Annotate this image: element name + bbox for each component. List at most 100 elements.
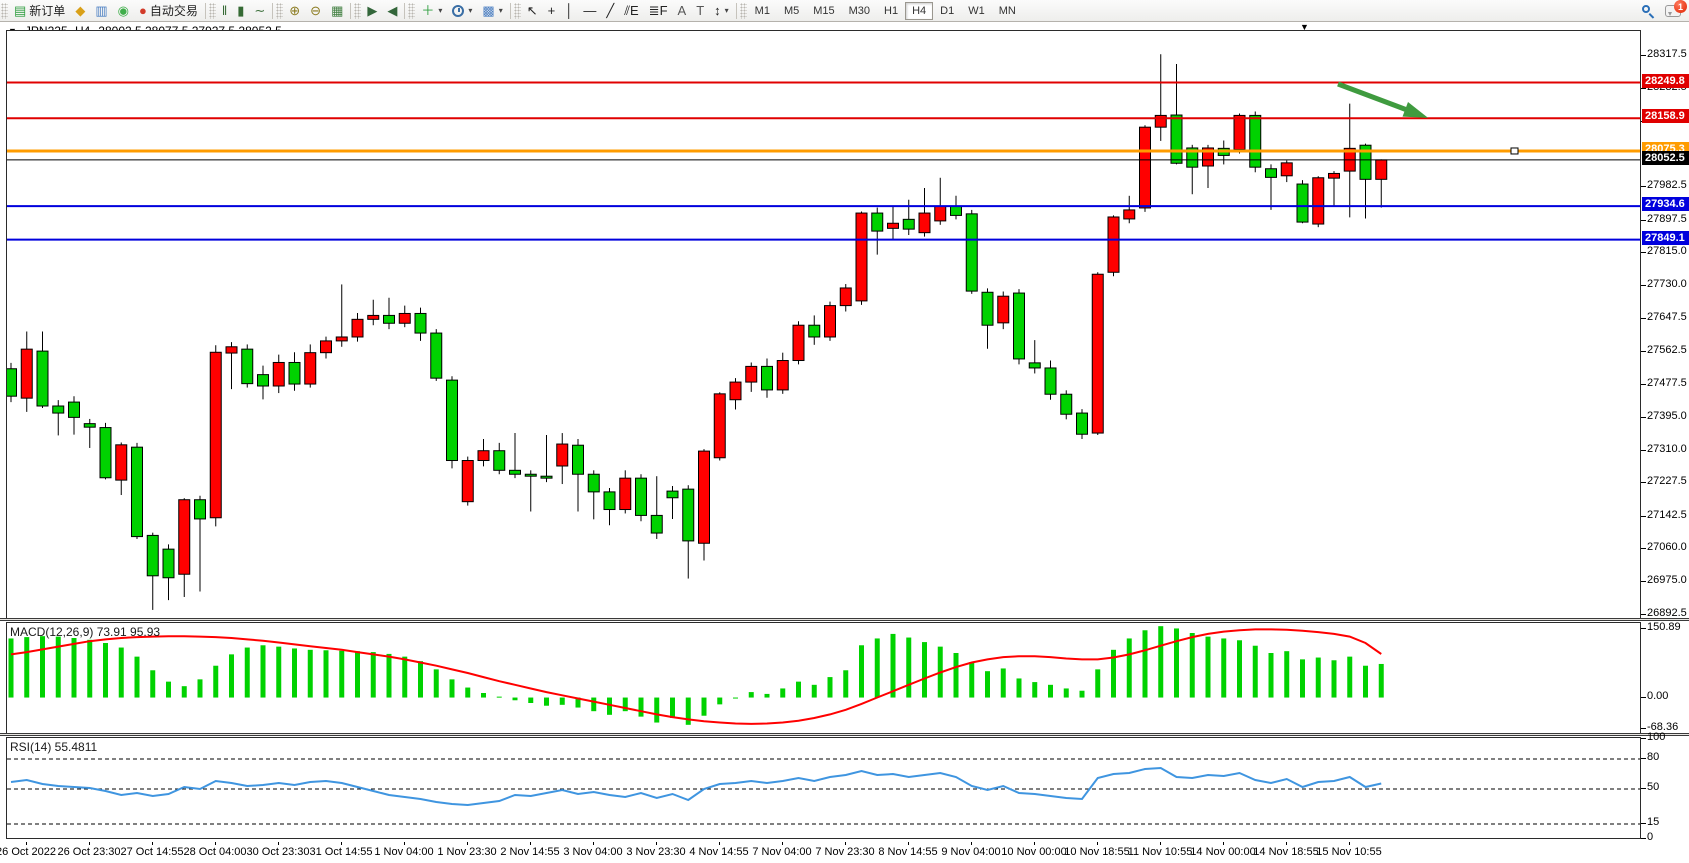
- text-label-tool[interactable]: T: [691, 1, 709, 21]
- candlestick: [1155, 54, 1166, 141]
- zoom-in-icon[interactable]: ⊕: [284, 1, 305, 21]
- vertical-line-tool[interactable]: │: [560, 1, 578, 21]
- dropdown-caret-icon[interactable]: ▾: [468, 6, 472, 15]
- toolbar-grip[interactable]: [276, 3, 283, 19]
- rsi-axis-label: 0: [1647, 831, 1653, 843]
- indicators-button[interactable]: ＋▾: [416, 1, 447, 21]
- periods-button[interactable]: ▾: [447, 1, 477, 21]
- macd-bar: [591, 698, 596, 712]
- arrows-tool[interactable]: ↕▾: [709, 1, 734, 21]
- tf-d1[interactable]: D1: [933, 2, 961, 20]
- crosshair-tool[interactable]: +: [543, 1, 561, 21]
- macd-bar: [1316, 658, 1321, 698]
- candlestick: [1376, 159, 1387, 207]
- macd-bar: [544, 698, 549, 706]
- line-chart-icon[interactable]: ∼: [249, 1, 270, 21]
- candlestick: [888, 206, 899, 239]
- candlestick-chart-icon-glyph: ▮: [237, 3, 244, 18]
- templates-button[interactable]: ▩▾: [477, 1, 507, 21]
- macd-bar: [1032, 682, 1037, 697]
- fibonacci-tool[interactable]: ≣F: [644, 1, 673, 21]
- chat-icon[interactable]: 1: [1665, 5, 1681, 17]
- macd-bar: [1158, 626, 1163, 697]
- bar-chart-icon[interactable]: ‖: [217, 1, 232, 21]
- pane-separator[interactable]: [0, 618, 1689, 621]
- candlestick-chart-icon[interactable]: ▮: [232, 1, 249, 21]
- toolbar-grip[interactable]: [209, 3, 216, 19]
- dropdown-caret-icon[interactable]: ▾: [438, 6, 442, 15]
- macd-bar: [686, 698, 691, 725]
- tf-w1[interactable]: W1: [961, 2, 992, 20]
- candlestick: [714, 392, 725, 460]
- tf-m15[interactable]: M15: [806, 2, 841, 20]
- tf-mn[interactable]: MN: [992, 2, 1023, 20]
- toolbar-grip[interactable]: [514, 3, 521, 19]
- candlestick: [21, 331, 32, 411]
- price-tick-label: 27060.0: [1647, 541, 1687, 553]
- time-tick-label: 14 Nov 18:55: [1253, 846, 1318, 858]
- price-tick-label: 27477.5: [1647, 377, 1687, 389]
- line-handle[interactable]: [1511, 148, 1518, 154]
- candlestick: [1108, 215, 1119, 276]
- toolbar-grip[interactable]: [354, 3, 361, 19]
- trendline-tool-glyph: ╱: [606, 3, 614, 18]
- macd-bar: [1064, 688, 1069, 697]
- rsi-pane[interactable]: [6, 737, 1641, 839]
- sound-icon[interactable]: ◆: [70, 1, 90, 21]
- chart-shift-icon[interactable]: ◀: [382, 1, 402, 21]
- toolbar-grip[interactable]: [740, 3, 747, 19]
- news-icon[interactable]: ◉: [113, 1, 134, 21]
- chart-window[interactable]: ▼ JPN225-,H4 28002.5 28077.5 27927.5 280…: [0, 22, 1689, 863]
- arrow-annotation[interactable]: [1338, 84, 1428, 118]
- time-tick-label: 7 Nov 04:00: [752, 846, 811, 858]
- pane-separator[interactable]: [0, 733, 1689, 736]
- tf-h4[interactable]: H4: [905, 2, 933, 20]
- autotrading-button-label: 自动交易: [150, 2, 198, 19]
- price-tick-label: 27897.5: [1647, 213, 1687, 225]
- time-tick-label: 26 Oct 23:30: [58, 846, 121, 858]
- candlestick: [7, 363, 17, 402]
- dropdown-caret-icon[interactable]: ▾: [499, 6, 503, 15]
- new-order-button[interactable]: ▤新订单: [9, 1, 70, 21]
- channel-tool[interactable]: ⫽E: [619, 1, 643, 21]
- candlestick: [415, 308, 426, 341]
- trendline-tool[interactable]: ╱: [601, 1, 619, 21]
- text-tool[interactable]: A: [673, 1, 692, 21]
- time-tick-label: 31 Oct 14:55: [310, 846, 373, 858]
- macd-pane[interactable]: [6, 622, 1641, 734]
- candlestick: [84, 419, 95, 448]
- candlestick-chart[interactable]: [7, 31, 1640, 618]
- tf-m1[interactable]: M1: [748, 2, 777, 20]
- candlestick: [1297, 180, 1308, 223]
- macd-bar: [985, 671, 990, 697]
- autotrading-button[interactable]: ●自动交易: [134, 1, 203, 21]
- candlestick: [919, 188, 930, 237]
- macd-bar: [387, 654, 392, 698]
- cursor-tool[interactable]: ↖: [522, 1, 543, 21]
- data-window-icon[interactable]: ▥: [90, 1, 112, 21]
- price-pane[interactable]: [6, 30, 1641, 619]
- candlestick: [667, 486, 678, 519]
- tf-h1[interactable]: H1: [877, 2, 905, 20]
- search-icon[interactable]: [1641, 4, 1655, 18]
- candlestick: [1092, 272, 1103, 435]
- zoom-out-icon[interactable]: ⊖: [305, 1, 326, 21]
- horizontal-line-tool[interactable]: —: [578, 1, 601, 21]
- tf-m5[interactable]: M5: [777, 2, 806, 20]
- price-tick-label: 27395.0: [1647, 410, 1687, 422]
- macd-bar: [1127, 638, 1132, 697]
- toolbar-grip[interactable]: [1, 3, 8, 19]
- toolbar-grip[interactable]: [408, 3, 415, 19]
- tile-windows-icon[interactable]: ▦: [326, 1, 348, 21]
- time-axis[interactable]: 26 Oct 202226 Oct 23:3027 Oct 14:5528 Oc…: [0, 842, 1689, 863]
- rsi-chart[interactable]: [7, 738, 1640, 838]
- dropdown-caret-icon[interactable]: ▾: [725, 6, 729, 15]
- data-window-icon-glyph: ▥: [95, 3, 107, 18]
- macd-chart[interactable]: [7, 623, 1640, 733]
- auto-scroll-icon[interactable]: ▶: [362, 1, 382, 21]
- fibonacci-tool-glyph: ≣F: [649, 3, 668, 18]
- candlestick: [336, 284, 347, 346]
- tf-m30[interactable]: M30: [842, 2, 877, 20]
- news-icon-glyph: ◉: [118, 3, 129, 18]
- macd-bar: [528, 698, 533, 703]
